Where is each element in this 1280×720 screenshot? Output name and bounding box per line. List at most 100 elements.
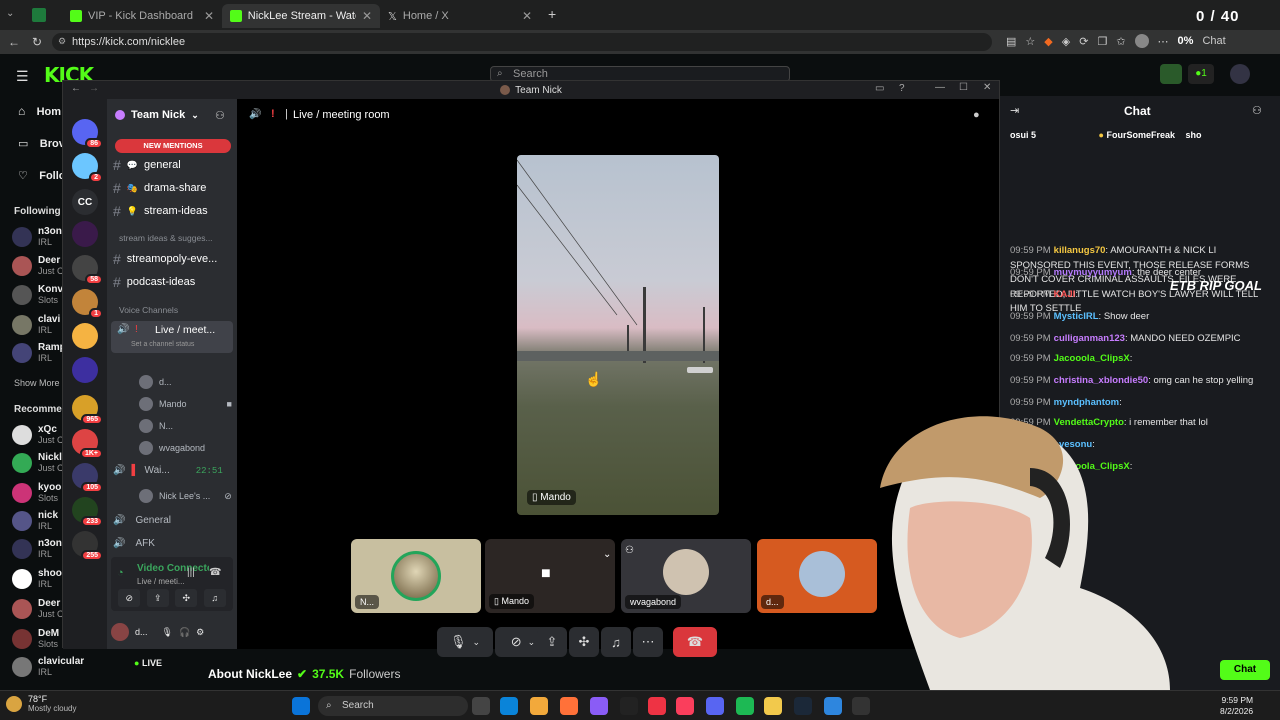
message-user[interactable]: myndphantom — [1054, 397, 1119, 408]
server-icon[interactable] — [72, 221, 98, 247]
soundboard-button[interactable]: ♫ — [601, 627, 631, 657]
collections-icon[interactable]: ❐ — [1097, 35, 1107, 48]
server-icon[interactable]: 233 — [72, 497, 103, 527]
recommended-item[interactable]: kyoo Slots — [12, 482, 61, 503]
reload-icon[interactable]: ↻ — [32, 35, 42, 49]
kick-nav-following[interactable]: ♡ Follo — [18, 168, 66, 182]
message-user[interactable]: MysticIRL — [1054, 311, 1099, 322]
channel-drama-share[interactable]: # 🎭 drama-share — [113, 178, 233, 198]
avatar[interactable] — [111, 623, 129, 641]
clock[interactable]: 9:59 PM 8/2/2026 — [1220, 695, 1253, 717]
recommended-item[interactable]: n3on IRL — [12, 538, 62, 559]
headphones-icon[interactable]: 🎧 — [179, 627, 190, 638]
back-arrow-icon[interactable]: ← — [71, 83, 81, 94]
app-icon[interactable] — [590, 697, 608, 715]
app-icon[interactable] — [824, 697, 842, 715]
channel-streamopoly[interactable]: # streamopoly-eve... — [113, 249, 233, 269]
voice-user[interactable]: Mando ■ — [139, 397, 232, 411]
message-user[interactable]: Jacooola_ClipsX — [1054, 353, 1130, 364]
tab-list-icon[interactable]: ⌄ — [6, 8, 20, 22]
chat-users-icon[interactable]: ⚇ — [1252, 104, 1262, 117]
soundboard-icon[interactable]: ♫ — [203, 589, 226, 607]
new-mentions-banner[interactable]: NEW MENTIONS — [115, 139, 231, 153]
channel-status[interactable]: Set a channel status — [131, 341, 194, 348]
steam-icon[interactable] — [794, 697, 812, 715]
address-bar[interactable]: ⚙ https://kick.com/nicklee — [52, 33, 992, 51]
obs-icon[interactable] — [620, 697, 638, 715]
close-icon[interactable]: ✕ — [362, 9, 372, 23]
voice-user[interactable]: Nick Lee's ... ⊘ — [139, 489, 232, 503]
voice-user[interactable]: d... — [139, 375, 172, 389]
screen-share-button[interactable]: ⇪ — [537, 627, 567, 657]
kick-nav-browse[interactable]: ▭ Brov — [18, 136, 65, 150]
start-icon[interactable] — [292, 697, 310, 715]
server-icon[interactable]: 965 — [72, 395, 103, 425]
recommended-item[interactable]: xQc Just C — [12, 424, 64, 445]
recommended-item[interactable]: Deer Just C — [12, 598, 64, 619]
profile-avatar[interactable] — [1134, 34, 1149, 48]
firefox-icon[interactable] — [560, 697, 578, 715]
screen-share-icon[interactable]: ⇪ — [146, 589, 169, 607]
chat-bubble-icon[interactable]: ● — [973, 109, 980, 121]
voice-user[interactable]: wvagabond — [139, 441, 205, 455]
participant-tile[interactable]: N... — [351, 539, 481, 613]
server-icon[interactable]: 1K+ — [72, 429, 103, 459]
server-header[interactable]: Team Nick ⌄ — [115, 109, 199, 121]
rewards-icon[interactable] — [1160, 64, 1182, 84]
voice-channel-afk[interactable]: 🔊 AFK — [113, 538, 155, 549]
server-icon[interactable]: 86 — [72, 119, 103, 149]
following-item[interactable]: Konv Slots — [12, 284, 63, 305]
kicks-balance-icon[interactable]: ●1 — [1188, 64, 1214, 84]
kick-nav-home[interactable]: ⌂ Hom — [18, 104, 61, 118]
voice-channel-active[interactable]: 🔊 ! Live / meet... Set a channel status — [111, 321, 233, 353]
show-more-link[interactable]: Show More — [14, 378, 60, 388]
camera-off-icon[interactable]: ⊘ — [118, 589, 141, 607]
minimize-icon[interactable]: — — [935, 82, 945, 93]
message-user[interactable]: culliganman123 — [1054, 333, 1125, 344]
server-icon[interactable]: 255 — [72, 531, 103, 561]
voice-category-label[interactable]: Voice Channels — [119, 305, 178, 315]
channel-general[interactable]: # 💬 general — [113, 155, 233, 175]
browser-chat-button[interactable]: Chat — [1202, 35, 1225, 47]
weather-widget[interactable]: 78°F Mostly cloudy — [6, 694, 76, 713]
add-user-icon[interactable]: ⚇ — [215, 109, 225, 122]
following-item[interactable]: Deer Just C — [12, 255, 64, 276]
send-chat-button[interactable]: Chat — [1220, 660, 1270, 680]
following-item[interactable]: n3on IRL — [12, 226, 62, 247]
following-item[interactable]: Ramp IRL — [12, 342, 66, 363]
server-icon[interactable] — [72, 357, 98, 383]
chevron-down-icon[interactable]: ⌄ — [603, 549, 611, 560]
menu-icon[interactable]: ☰ — [16, 68, 29, 85]
recommended-item[interactable]: shoo IRL — [12, 568, 62, 589]
mic-button[interactable]: 🎙 ⌄ — [437, 627, 493, 657]
disconnect-icon[interactable]: ☎ — [209, 567, 221, 578]
recommended-item[interactable]: Nickl Just C — [12, 452, 64, 473]
spotify-icon[interactable] — [736, 697, 754, 715]
inbox-icon[interactable]: ▭ — [875, 83, 884, 94]
maximize-icon[interactable]: ☐ — [959, 82, 968, 93]
sheets-tab-icon[interactable] — [32, 8, 46, 22]
tab-nicklee-stream[interactable]: NickLee Stream - Watch Live on Ki ✕ — [222, 4, 380, 28]
voice-channel-general[interactable]: 🔊 General — [113, 515, 171, 526]
new-tab-button[interactable]: + — [548, 6, 556, 22]
collapse-chat-icon[interactable]: ⇥ — [1010, 104, 1019, 117]
user-avatar[interactable] — [1230, 64, 1250, 84]
folder-icon[interactable] — [764, 697, 782, 715]
extension-icon[interactable]: ◆ — [1044, 35, 1052, 48]
activities-button[interactable]: ✣ — [569, 627, 599, 657]
recommended-item[interactable]: DeM Slots — [12, 628, 59, 649]
message-user[interactable]: muymuyyumyum — [1054, 267, 1132, 278]
files-icon[interactable] — [530, 697, 548, 715]
server-icon[interactable]: 2 — [72, 153, 103, 183]
reader-icon[interactable]: ▤ — [1006, 35, 1016, 48]
voice-user[interactable]: N... — [139, 419, 173, 433]
server-icon[interactable]: CC — [72, 189, 98, 215]
message-user[interactable]: KAJI — [1054, 289, 1076, 300]
message-user[interactable]: killanugs70 — [1054, 245, 1106, 256]
tab-kick-dashboard[interactable]: VIP - Kick Dashboard ✕ — [62, 4, 222, 28]
favorites-icon[interactable]: ✩ — [1116, 35, 1125, 48]
close-icon[interactable]: ✕ — [204, 9, 214, 23]
username[interactable]: d... — [135, 627, 148, 637]
forward-arrow-icon[interactable]: → — [89, 83, 99, 94]
activities-icon[interactable]: ✣ — [175, 589, 198, 607]
